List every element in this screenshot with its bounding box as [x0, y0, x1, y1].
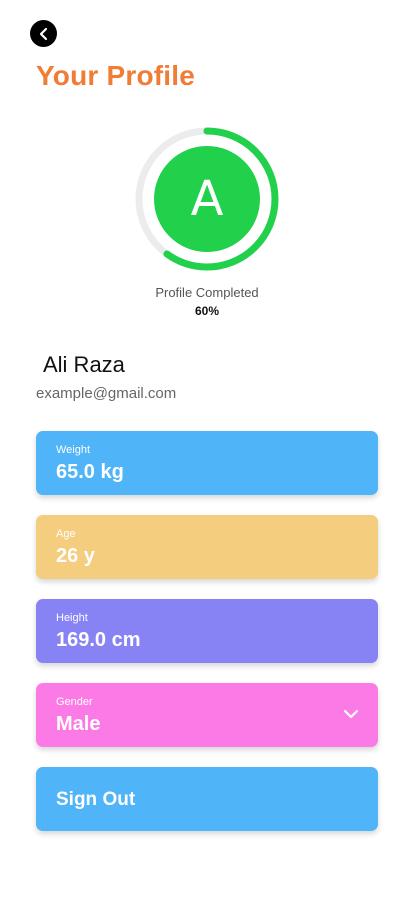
gender-value: Male — [56, 713, 101, 735]
avatar-initial: A — [190, 171, 224, 227]
age-label: Age — [56, 528, 76, 540]
gender-label: Gender — [56, 696, 93, 708]
height-card[interactable]: Height 169.0 cm — [36, 599, 378, 663]
gender-dropdown[interactable]: Gender Male — [36, 683, 378, 747]
height-label: Height — [56, 612, 88, 624]
user-email: example@gmail.com — [36, 385, 177, 402]
weight-value: 65.0 kg — [56, 461, 124, 483]
page-title: Your Profile — [36, 60, 196, 91]
height-value: 169.0 cm — [56, 629, 141, 651]
age-value: 26 y — [56, 545, 95, 567]
sign-out-button[interactable]: Sign Out — [36, 767, 378, 831]
sign-out-label: Sign Out — [56, 789, 136, 810]
avatar: A — [154, 146, 260, 252]
age-card[interactable]: Age 26 y — [36, 515, 378, 579]
weight-card[interactable]: Weight 65.0 kg — [36, 431, 378, 495]
profile-completed-percent: 60% — [194, 304, 220, 318]
profile-completed-label: Profile Completed — [155, 285, 259, 300]
chevron-down-icon[interactable] — [342, 705, 360, 723]
back-button[interactable] — [30, 20, 57, 47]
user-name: Ali Raza — [43, 352, 125, 377]
chevron-left-icon — [39, 27, 47, 40]
weight-label: Weight — [56, 444, 91, 456]
